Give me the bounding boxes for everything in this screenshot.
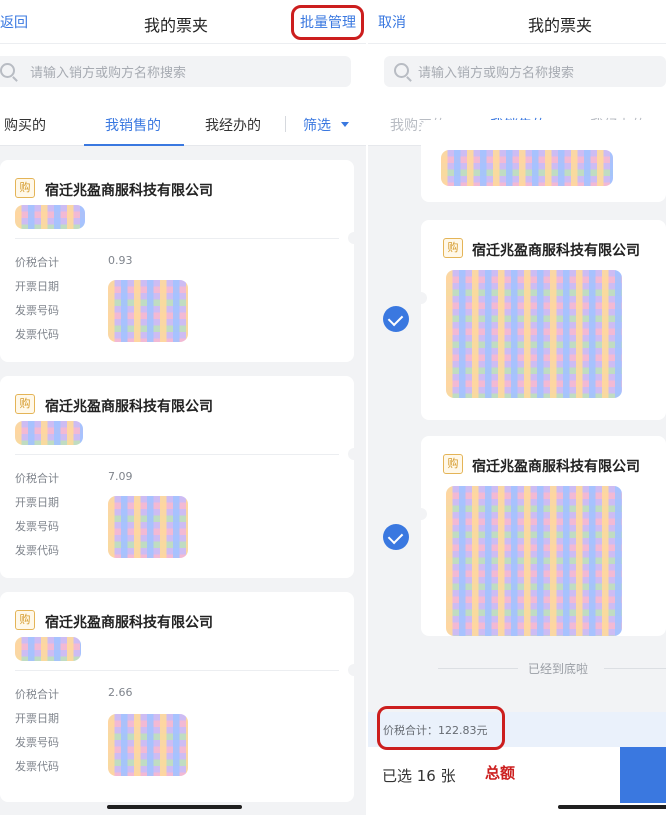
back-button[interactable]: 返回 <box>0 12 28 32</box>
number-label: 发票号码 <box>15 520 59 533</box>
buy-tag: 购 <box>443 238 463 258</box>
end-of-list-text: 已经到底啦 <box>528 662 589 676</box>
total-annotation: 总额 <box>485 764 516 782</box>
card-divider <box>15 454 339 455</box>
tab-sold[interactable]: 我销售的 <box>105 115 161 135</box>
company-name: 宿迁兆盈商服科技有限公司 <box>45 615 213 631</box>
redacted-details <box>108 496 188 558</box>
tab-divider <box>285 116 286 132</box>
code-label: 发票代码 <box>15 544 59 557</box>
card-notch <box>348 448 354 460</box>
search-icon <box>394 63 409 78</box>
home-indicator <box>558 805 666 809</box>
left-tab-bar: 购买的 我销售的 我经办的 筛选 <box>0 100 368 146</box>
amount-label: 价税合计 <box>15 256 59 269</box>
redacted-tag <box>15 637 81 661</box>
invoice-card[interactable]: 购 宿迁兆盈商服科技有限公司 <box>421 436 666 636</box>
amount-value: 7.09 <box>108 470 133 483</box>
invoice-card[interactable]: 购 宿迁兆盈商服科技有限公司 价税合计 0.93 开票日期 发票号码 发票代码 <box>0 160 354 362</box>
number-label: 发票号码 <box>15 304 59 317</box>
amount-value: 0.93 <box>108 254 133 267</box>
right-nav-bar: 取消 我的票夹 <box>368 0 666 44</box>
company-name: 宿迁兆盈商服科技有限公司 <box>45 183 213 199</box>
card-notch <box>421 292 427 304</box>
amount-label: 价税合计 <box>15 472 59 485</box>
buy-tag: 购 <box>15 394 35 414</box>
total-highlight-annotation <box>377 706 505 750</box>
cancel-button[interactable]: 取消 <box>378 12 406 32</box>
card-divider <box>15 238 339 239</box>
date-label: 开票日期 <box>15 496 59 509</box>
left-search-area: 请输入销方或购方名称搜索 <box>0 44 368 100</box>
company-name: 宿迁兆盈商服科技有限公司 <box>472 243 640 259</box>
search-input[interactable]: 请输入销方或购方名称搜索 <box>0 56 351 87</box>
filter-button[interactable]: 筛选 <box>303 115 331 135</box>
buy-tag: 购 <box>15 610 35 630</box>
selected-count: 已选 16 张 <box>382 767 456 785</box>
tab-purchased[interactable]: 购买的 <box>4 115 46 135</box>
invoice-card[interactable]: 购 宿迁兆盈商服科技有限公司 价税合计 7.09 开票日期 发票号码 发票代码 <box>0 376 354 578</box>
amount-value: 2.66 <box>108 686 133 699</box>
card-notch <box>421 508 427 520</box>
active-tab-underline <box>84 144 184 146</box>
search-input[interactable]: 请输入销方或购方名称搜索 <box>384 56 666 87</box>
number-label: 发票号码 <box>15 736 59 749</box>
search-icon <box>0 63 15 78</box>
redacted-details <box>446 270 622 398</box>
redacted-tag <box>15 205 85 229</box>
end-divider-right <box>604 668 666 669</box>
invoice-card[interactable]: 购 宿迁兆盈商服科技有限公司 <box>421 220 666 420</box>
card-notch <box>348 232 354 244</box>
screenshot-root: 返回 我的票夹 批量管理 请输入销方或购方名称搜索 购买的 我销售的 我经办的 … <box>0 0 666 815</box>
redacted-details <box>441 150 613 186</box>
buy-tag: 购 <box>443 454 463 474</box>
confirm-button[interactable] <box>620 747 666 803</box>
caret-down-icon <box>341 122 349 127</box>
company-name: 宿迁兆盈商服科技有限公司 <box>45 399 213 415</box>
checkmark-icon[interactable] <box>383 306 409 332</box>
right-panel: 取消 我的票夹 请输入销方或购方名称搜索 我购买的 我销售的 我经办的 购 宿迁… <box>368 0 666 815</box>
buy-tag: 购 <box>15 178 35 198</box>
company-name: 宿迁兆盈商服科技有限公司 <box>472 459 640 475</box>
code-label: 发票代码 <box>15 328 59 341</box>
page-title: 我的票夹 <box>528 16 593 35</box>
left-panel: 返回 我的票夹 批量管理 请输入销方或购方名称搜索 购买的 我销售的 我经办的 … <box>0 0 368 815</box>
redacted-details <box>446 486 622 636</box>
redacted-details <box>108 280 188 342</box>
page-title: 我的票夹 <box>144 16 209 35</box>
search-placeholder: 请输入销方或购方名称搜索 <box>418 66 575 81</box>
right-search-area: 请输入销方或购方名称搜索 <box>368 44 666 100</box>
tab-handled[interactable]: 我经办的 <box>205 115 261 135</box>
home-indicator <box>107 805 242 809</box>
code-label: 发票代码 <box>15 760 59 773</box>
card-divider <box>15 670 339 671</box>
date-label: 开票日期 <box>15 280 59 293</box>
checkmark-icon[interactable] <box>383 524 409 550</box>
redacted-tag <box>15 421 83 445</box>
end-divider-left <box>438 668 518 669</box>
invoice-card[interactable] <box>421 120 666 202</box>
card-notch <box>348 664 354 676</box>
date-label: 开票日期 <box>15 712 59 725</box>
left-nav-bar: 返回 我的票夹 批量管理 <box>0 0 368 44</box>
batch-highlight-annotation <box>291 5 364 40</box>
invoice-card[interactable]: 购 宿迁兆盈商服科技有限公司 价税合计 2.66 开票日期 发票号码 发票代码 <box>0 592 354 802</box>
amount-label: 价税合计 <box>15 688 59 701</box>
redacted-details <box>108 714 188 776</box>
search-placeholder: 请输入销方或购方名称搜索 <box>30 66 187 81</box>
